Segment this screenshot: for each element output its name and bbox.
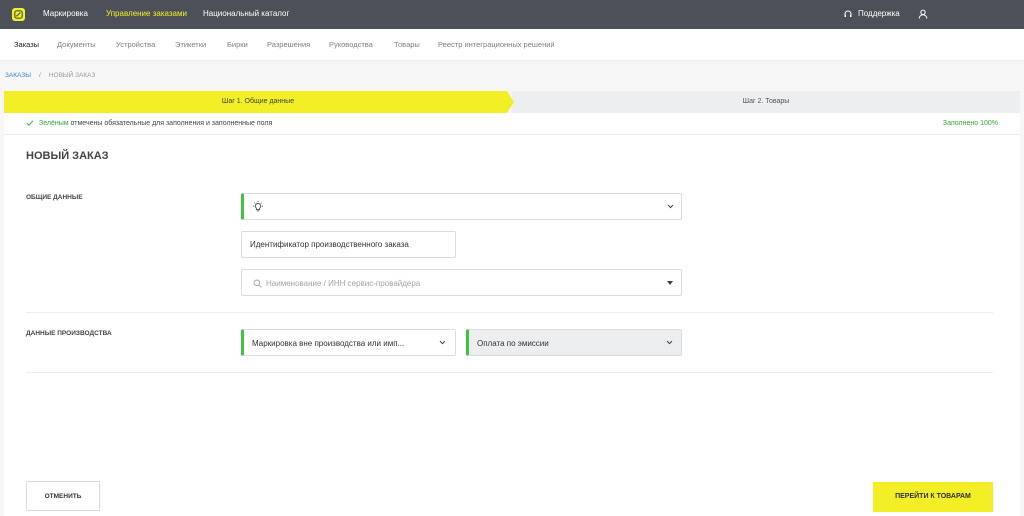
service-provider-search[interactable]: Наименование / ИНН сервис-провайдера (241, 269, 682, 296)
tab-devices[interactable]: Устройства (116, 40, 155, 50)
step-2-label: Шаг 2. Товары (742, 98, 790, 105)
tab-integration-registry[interactable]: Реестр интеграционных решений (438, 40, 555, 50)
user-icon[interactable] (918, 9, 928, 19)
production-order-id-value: Идентификатор производственного заказа (250, 240, 409, 249)
order-form-panel: Зелёным отмечены обязательные для заполн… (4, 113, 1020, 516)
marking-type-select[interactable]: Маркировка вне производства или имп... (241, 329, 456, 356)
section-tabs: Заказы Документы Устройства Этикетки Бир… (0, 29, 1024, 61)
headset-icon (844, 10, 852, 17)
hint-text: Зелёным отмечены обязательные для заполн… (39, 120, 272, 128)
top-navigation-bar: Маркировка Управление заказами Националь… (0, 0, 1024, 29)
production-data-label: ДАННЫЕ ПРОИЗВОДСТВА (26, 330, 112, 337)
tab-documents[interactable]: Документы (57, 40, 96, 50)
cancel-button[interactable]: ОТМЕНИТЬ (26, 481, 100, 511)
tab-products[interactable]: Товары (394, 40, 420, 50)
section-divider (26, 372, 993, 373)
required-fields-hint: Зелёным отмечены обязательные для заполн… (4, 113, 1020, 135)
logo-icon[interactable] (12, 8, 25, 21)
marking-type-value: Маркировка вне производства или имп... (252, 339, 405, 348)
lightbulb-icon (253, 200, 263, 212)
chevron-down-icon (439, 340, 446, 345)
support-label: Поддержка (858, 9, 900, 18)
production-order-id-field[interactable]: Идентификатор производственного заказа (241, 231, 456, 258)
breadcrumb: ЗАКАЗЫ / НОВЫЙ ЗАКАЗ (5, 72, 95, 80)
page-title: НОВЫЙ ЗАКАЗ (26, 150, 109, 162)
tab-tags[interactable]: Бирки (227, 40, 248, 50)
payment-type-value: Оплата по эмиссии (477, 339, 549, 348)
search-icon (253, 279, 262, 288)
hint-rest: отмечены обязательные для заполнения и з… (68, 120, 273, 127)
chevron-down-icon (667, 204, 674, 209)
caret-down-icon (667, 281, 673, 285)
topnav-order-management[interactable]: Управление заказами (106, 9, 187, 19)
tab-labels[interactable]: Этикетки (175, 40, 206, 50)
product-group-select[interactable] (241, 193, 682, 220)
step-1-label: Шаг 1. Общие данные (221, 98, 295, 105)
general-data-label: ОБЩИЕ ДАННЫЕ (26, 194, 83, 201)
breadcrumb-current: НОВЫЙ ЗАКАЗ (48, 72, 96, 79)
payment-type-select[interactable]: Оплата по эмиссии (466, 329, 682, 356)
go-to-products-button[interactable]: ПЕРЕЙТИ К ТОВАРАМ (873, 482, 993, 512)
section-divider (26, 312, 993, 313)
topnav-national-catalog[interactable]: Национальный каталог (203, 9, 289, 19)
chevron-down-icon (666, 340, 673, 345)
fill-progress: Заполнено 100% (942, 120, 998, 127)
tab-permissions[interactable]: Разрешения (267, 40, 310, 50)
tab-orders[interactable]: Заказы (14, 40, 39, 50)
breadcrumb-orders-link[interactable]: ЗАКАЗЫ (5, 72, 31, 79)
check-icon (26, 120, 34, 126)
topnav-marking[interactable]: Маркировка (43, 9, 88, 19)
hint-green-word: Зелёным (39, 120, 69, 127)
wizard-steps: Шаг 1. Общие данные Шаг 2. Товары (4, 91, 1020, 113)
breadcrumb-separator: / (39, 72, 41, 79)
tab-manuals[interactable]: Руководства (329, 40, 373, 50)
service-provider-placeholder: Наименование / ИНН сервис-провайдера (266, 279, 421, 288)
